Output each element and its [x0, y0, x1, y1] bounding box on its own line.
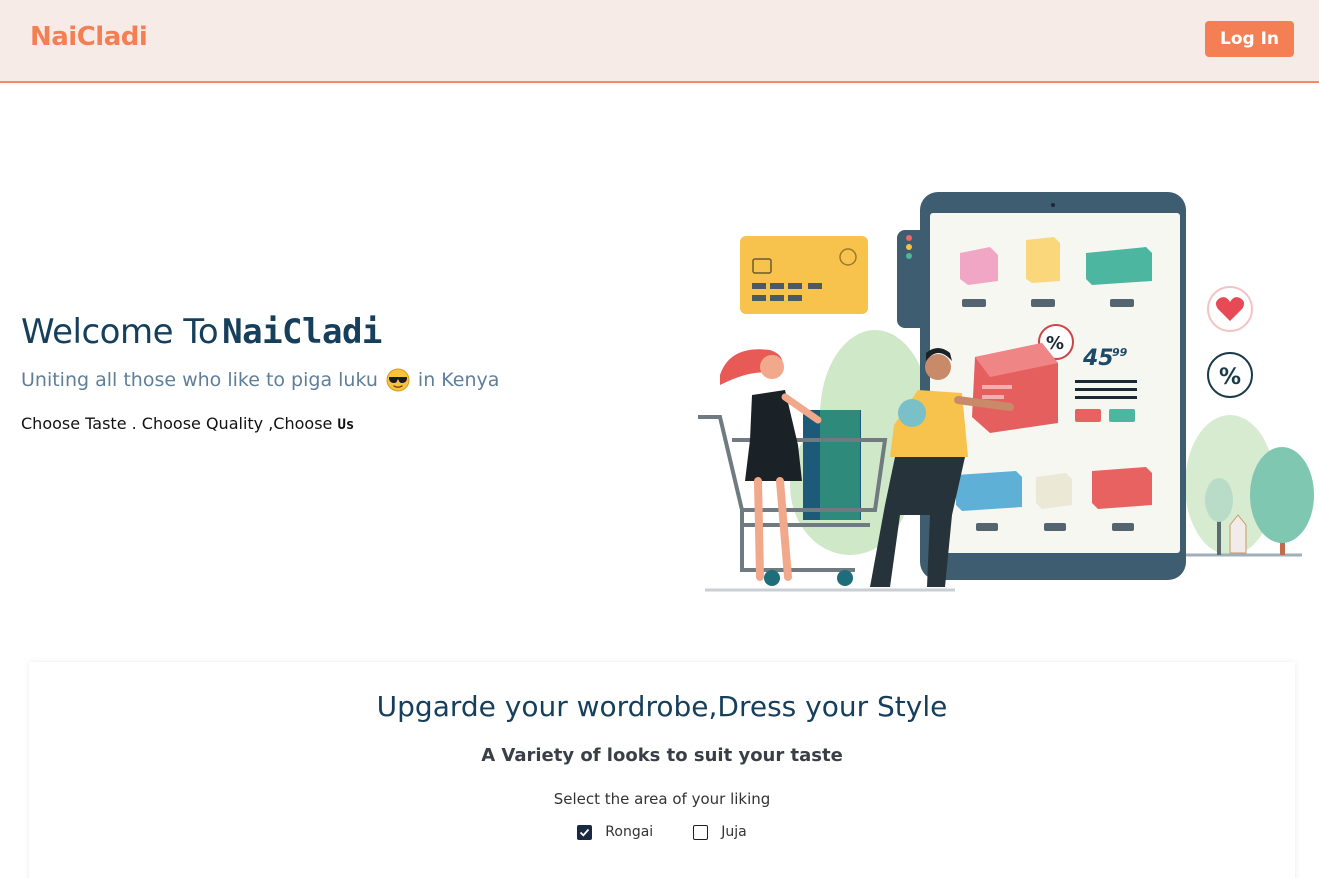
area-options: Rongai Juja: [29, 824, 1295, 840]
area-prompt: Select the area of your liking: [553, 790, 771, 808]
price-cents: 99: [1112, 346, 1128, 359]
section-subtitle: A Variety of looks to suit your taste: [481, 745, 843, 766]
top-navbar: NaiCladi Log In: [0, 0, 1319, 83]
login-button[interactable]: Log In: [1205, 21, 1294, 57]
tagline-text-before: Uniting all those who like to piga luku: [21, 369, 378, 391]
area-option-juja[interactable]: Juja: [693, 824, 747, 840]
rongai-checkbox[interactable]: [577, 824, 593, 840]
percent-icon: %: [1207, 352, 1253, 398]
price-whole: 45: [1082, 346, 1114, 371]
hero-tagline: Uniting all those who like to piga luku …: [21, 368, 621, 392]
svg-text:%: %: [1219, 365, 1241, 390]
juja-checkbox[interactable]: [693, 824, 709, 840]
area-selection-card: Upgarde your wordrobe,Dress your Style A…: [29, 662, 1295, 878]
welcome-brand: NaiCladi: [222, 312, 382, 352]
brand-logo[interactable]: NaiCladi: [30, 22, 148, 52]
welcome-prefix: Welcome To: [21, 312, 219, 352]
choose-line: Choose Taste . Choose Quality ,Choose Us: [21, 414, 621, 433]
choose-us: Us: [337, 417, 355, 433]
tagline-text-after: in Kenya: [417, 369, 500, 391]
credit-card-icon: [740, 236, 868, 314]
checkmark-icon: [580, 828, 590, 837]
hero-section: Welcome To NaiCladi Uniting all those who…: [21, 312, 621, 433]
percent-badge-text: %: [1046, 333, 1064, 354]
sunglasses-emoji-icon: [386, 368, 410, 392]
section-title: Upgarde your wordrobe,Dress your Style: [376, 690, 948, 723]
juja-label: Juja: [721, 824, 747, 840]
shopping-illustration: 45 99 % %: [698, 192, 1314, 592]
choose-prefix: Choose Taste . Choose Quality ,Choose: [21, 414, 333, 433]
heart-icon: [1207, 286, 1253, 332]
welcome-heading: Welcome To NaiCladi: [21, 312, 621, 352]
rongai-label: Rongai: [605, 824, 654, 840]
area-option-rongai[interactable]: Rongai: [577, 824, 653, 840]
